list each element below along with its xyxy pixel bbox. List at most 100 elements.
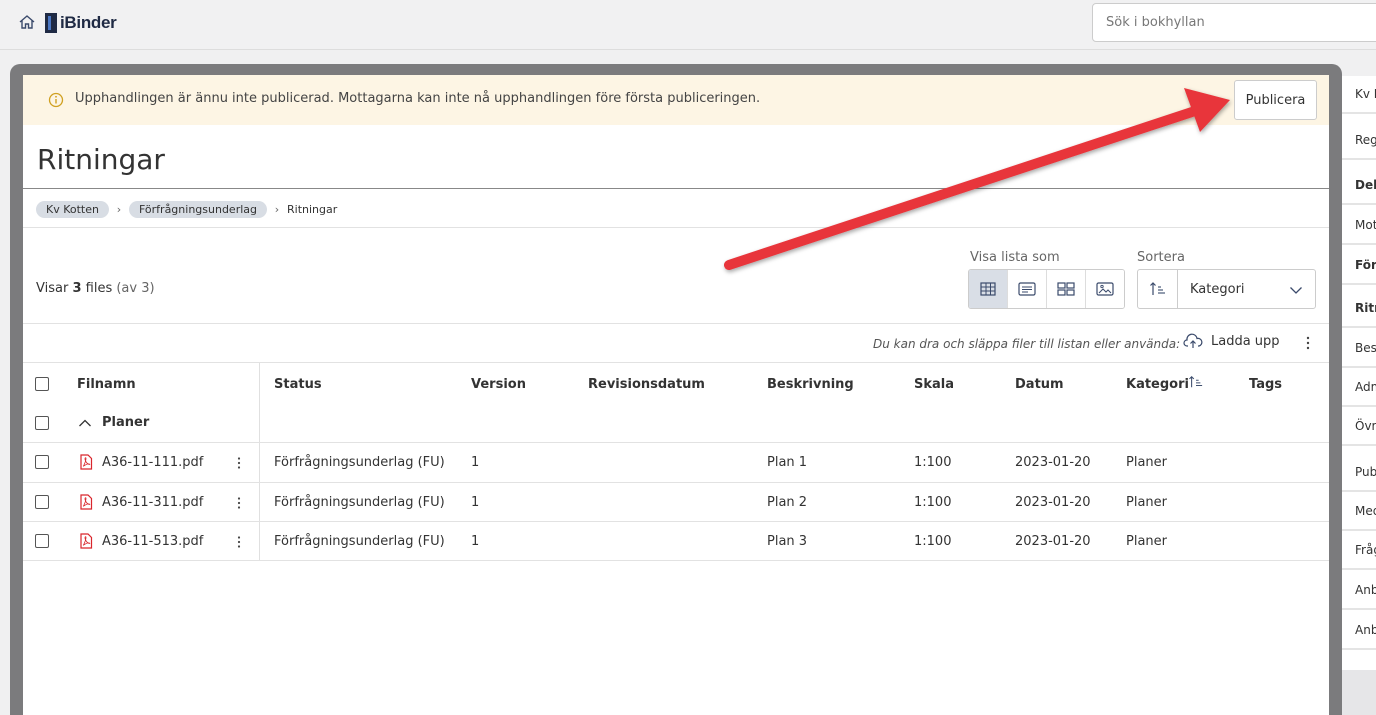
row-divider bbox=[23, 521, 1329, 522]
sort-control: Kategori bbox=[1137, 269, 1316, 309]
group-checkbox[interactable] bbox=[35, 416, 49, 430]
row-divider bbox=[23, 442, 1329, 443]
side-item-reg[interactable]: Reg bbox=[1342, 122, 1376, 160]
title-divider bbox=[23, 188, 1329, 189]
info-icon bbox=[48, 92, 64, 108]
sort-value: Kategori bbox=[1190, 281, 1245, 297]
pdf-file-icon bbox=[80, 454, 93, 470]
upload-button[interactable]: Ladda upp bbox=[1183, 333, 1280, 349]
group-toggle-planer[interactable]: Planer bbox=[78, 415, 149, 430]
side-item-label: Bes bbox=[1355, 341, 1376, 355]
home-icon[interactable] bbox=[18, 13, 36, 31]
sort-ascending-icon bbox=[1149, 282, 1165, 295]
grid-icon bbox=[1057, 282, 1075, 296]
column-header-version[interactable]: Version bbox=[471, 377, 526, 392]
logo-text: iBinder bbox=[60, 13, 117, 32]
side-item-project[interactable]: Kv K bbox=[1342, 76, 1376, 114]
main-panel: Upphandlingen är ännu inte publicerad. M… bbox=[23, 75, 1329, 715]
side-item-label: Anb bbox=[1355, 583, 1376, 597]
group-label: Planer bbox=[102, 415, 150, 430]
chevron-up-icon bbox=[79, 419, 91, 426]
view-list-button[interactable] bbox=[1008, 270, 1047, 308]
row-checkbox[interactable] bbox=[35, 534, 49, 548]
side-item-med[interactable]: Med bbox=[1342, 493, 1376, 531]
sort-ascending-icon[interactable] bbox=[1188, 375, 1204, 389]
side-item-label: Anb bbox=[1355, 623, 1376, 637]
cell-description: Plan 2 bbox=[767, 495, 808, 510]
row-checkbox[interactable] bbox=[35, 455, 49, 469]
cell-version: 1 bbox=[471, 455, 480, 470]
side-item-bes[interactable]: Bes bbox=[1342, 330, 1376, 368]
column-header-filename[interactable]: Filnamn bbox=[77, 377, 136, 392]
column-header-status[interactable]: Status bbox=[274, 377, 322, 392]
more-options-icon[interactable] bbox=[235, 496, 243, 510]
side-item-anb-2[interactable]: Anb bbox=[1342, 612, 1376, 650]
sort-select[interactable]: Kategori bbox=[1178, 270, 1315, 308]
search-input[interactable]: Sök i bokhyllan bbox=[1092, 3, 1376, 42]
column-header-tags[interactable]: Tags bbox=[1249, 377, 1282, 392]
view-gallery-button[interactable] bbox=[1086, 270, 1124, 308]
view-mode-label: Visa lista som bbox=[970, 250, 1060, 265]
side-item-anb-1[interactable]: Anb bbox=[1342, 572, 1376, 610]
side-item-label: Mot bbox=[1355, 218, 1376, 232]
side-item-del[interactable]: Del bbox=[1342, 167, 1376, 205]
side-item-mot[interactable]: Mot bbox=[1342, 207, 1376, 245]
side-item-adm[interactable]: Adm bbox=[1342, 369, 1376, 407]
notice-text: Upphandlingen är ännu inte publicerad. M… bbox=[75, 91, 761, 106]
side-navigation: Kv K Reg Del Mot För Ritn Bes Adm Övr Pu… bbox=[1342, 76, 1376, 670]
file-name-link[interactable]: A36-11-513.pdf bbox=[102, 534, 203, 549]
side-item-ovr[interactable]: Övr bbox=[1342, 408, 1376, 446]
divider bbox=[23, 227, 1329, 228]
cell-scale: 1:100 bbox=[914, 495, 952, 510]
side-item-label: Övr bbox=[1355, 419, 1376, 433]
row-checkbox[interactable] bbox=[35, 495, 49, 509]
column-header-date[interactable]: Datum bbox=[1015, 377, 1064, 392]
cell-status: Förfrågningsunderlag (FU) bbox=[274, 534, 445, 549]
file-count: Visar 3 files (av 3) bbox=[36, 281, 155, 296]
row-divider bbox=[23, 560, 1329, 561]
page-title: Ritningar bbox=[37, 143, 165, 176]
column-header-description[interactable]: Beskrivning bbox=[767, 377, 854, 392]
more-options-icon[interactable] bbox=[1303, 335, 1313, 351]
side-item-ritningar[interactable]: Ritn bbox=[1342, 290, 1376, 328]
chevron-right-icon: › bbox=[116, 202, 122, 216]
cell-category: Planer bbox=[1126, 534, 1167, 549]
select-all-checkbox[interactable] bbox=[35, 377, 49, 391]
logo-icon bbox=[45, 13, 57, 33]
upload-label: Ladda upp bbox=[1211, 333, 1280, 349]
cell-scale: 1:100 bbox=[914, 534, 952, 549]
image-icon bbox=[1096, 282, 1114, 296]
top-bar: iBinder Sök i bokhyllan bbox=[0, 0, 1376, 50]
side-item-for[interactable]: För bbox=[1342, 247, 1376, 285]
file-name-link[interactable]: A36-11-311.pdf bbox=[102, 495, 203, 510]
side-item-label: Med bbox=[1355, 504, 1376, 518]
view-grid-button[interactable] bbox=[1047, 270, 1086, 308]
more-options-icon[interactable] bbox=[235, 456, 243, 470]
sort-direction-button[interactable] bbox=[1138, 270, 1178, 308]
breadcrumb-item-project[interactable]: Kv Kotten bbox=[36, 200, 109, 218]
column-header-scale[interactable]: Skala bbox=[914, 377, 954, 392]
breadcrumb: Kv Kotten › Förfrågningsunderlag › Ritni… bbox=[36, 200, 337, 218]
side-item-label: Del bbox=[1355, 178, 1376, 192]
side-item-label: För bbox=[1355, 258, 1376, 272]
cell-date: 2023-01-20 bbox=[1015, 495, 1091, 510]
more-options-icon[interactable] bbox=[235, 535, 243, 549]
row-divider bbox=[23, 482, 1329, 483]
column-header-revision-date[interactable]: Revisionsdatum bbox=[588, 377, 705, 392]
column-header-category[interactable]: Kategori bbox=[1126, 377, 1189, 392]
unpublished-notice: Upphandlingen är ännu inte publicerad. M… bbox=[23, 75, 1329, 125]
file-name-link[interactable]: A36-11-111.pdf bbox=[102, 455, 203, 470]
breadcrumb-item-folder[interactable]: Förfrågningsunderlag bbox=[128, 200, 267, 218]
sort-label: Sortera bbox=[1137, 250, 1185, 265]
view-table-button[interactable] bbox=[969, 270, 1008, 308]
chevron-right-icon: › bbox=[274, 202, 280, 216]
publish-button[interactable]: Publicera bbox=[1234, 80, 1317, 120]
cell-version: 1 bbox=[471, 495, 480, 510]
side-panel-footer bbox=[1342, 670, 1376, 715]
side-item-pub[interactable]: Pub bbox=[1342, 454, 1376, 492]
side-item-frag[interactable]: Fråg bbox=[1342, 532, 1376, 570]
table-icon bbox=[980, 282, 996, 296]
cell-scale: 1:100 bbox=[914, 455, 952, 470]
search-placeholder: Sök i bokhyllan bbox=[1106, 15, 1205, 30]
ibinder-logo[interactable]: iBinder bbox=[45, 12, 117, 34]
